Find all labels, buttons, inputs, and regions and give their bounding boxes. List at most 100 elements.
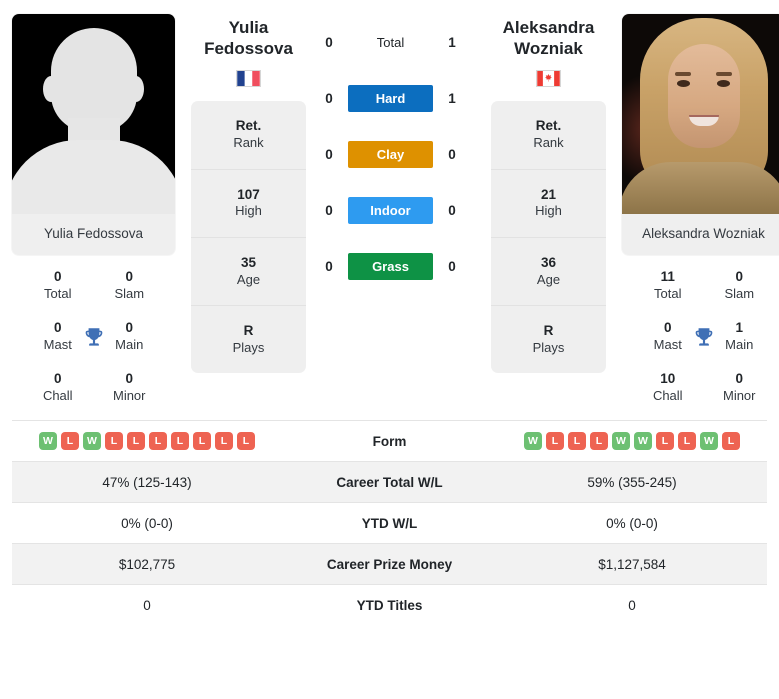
label: Chall (652, 388, 683, 404)
value: 0 (735, 371, 743, 387)
left-info-plays: R Plays (191, 306, 306, 373)
label: Rank (533, 135, 564, 151)
right-value: 59% (355-245) (587, 474, 677, 490)
h2h-row-clay: 0 Clay 0 (310, 126, 471, 182)
form-badge-left-4[interactable]: L (127, 432, 145, 451)
label: High (235, 203, 262, 219)
table-row-ytd-titles: 0 YTD Titles 0 (12, 585, 767, 626)
h2h-right-score: 0 (448, 258, 456, 274)
h2h-right-score: 1 (448, 90, 456, 106)
left-titles-slam: 0 Slam (94, 269, 166, 302)
form-badge-right-0[interactable]: W (524, 432, 542, 451)
value: 0 (735, 269, 743, 284)
form-badge-left-7[interactable]: L (193, 432, 211, 451)
flag-france-icon (236, 70, 261, 88)
value: R (543, 322, 554, 338)
form-badge-right-1[interactable]: L (546, 432, 564, 451)
trophy-icon (85, 327, 102, 346)
h2h-right-score: 0 (448, 146, 456, 162)
right-player-photo-caption: Aleksandra Wozniak (622, 214, 779, 255)
right-player-titles-grid: 11 Total 0 Slam 0 Mast 1 Main 10 Chall 0… (622, 265, 779, 410)
label: Rank (233, 135, 264, 151)
surface-badge-clay[interactable]: Clay (348, 140, 433, 168)
form-badge-left-8[interactable]: L (215, 432, 233, 451)
flag-canada-icon (536, 70, 561, 88)
left-form-cell: WLWLLLLLLL (12, 432, 282, 451)
form-badge-right-7[interactable]: L (678, 432, 696, 451)
label: Minor (112, 388, 146, 404)
label: Age (536, 271, 561, 287)
value: 11 (660, 269, 675, 284)
right-value: $1,127,584 (598, 556, 666, 572)
table-row-career-total-wl: 47% (125-143) Career Total W/L 59% (355-… (12, 462, 767, 504)
h2h-row-total: 0 Total 1 (310, 14, 471, 70)
form-badge-left-0[interactable]: W (39, 432, 57, 451)
right-titles-minor: 0 Minor (704, 371, 776, 404)
form-badge-right-8[interactable]: W (700, 432, 718, 451)
form-badge-left-3[interactable]: L (105, 432, 123, 451)
right-player-name-last: Wozniak (514, 38, 583, 58)
right-player-photo-column: Aleksandra Wozniak 11 Total 0 Slam 0 Mas… (622, 14, 779, 410)
left-info-age: 35 Age (191, 238, 306, 306)
right-value: 0% (0-0) (606, 515, 658, 531)
left-value: $102,775 (118, 556, 176, 572)
left-player-info-column: Yulia Fedossova Ret. Rank 107 High 35 Ag… (191, 14, 306, 373)
head-to-head-column: 0 Total 1 0 Hard 1 0 Clay 0 0 Indoor 0 0… (306, 14, 475, 294)
form-badge-left-2[interactable]: W (83, 432, 101, 451)
value: 35 (240, 254, 257, 270)
trophy-icon (695, 327, 712, 346)
surface-badge-indoor[interactable]: Indoor (348, 196, 433, 224)
right-player-name[interactable]: Aleksandra Wozniak (491, 18, 606, 59)
label: High (535, 203, 562, 219)
value: 0 (53, 269, 62, 284)
player-comparison-page: Yulia Fedossova 0 Total 0 Slam 0 Mast 0 … (0, 0, 779, 699)
left-player-photo-card[interactable]: Yulia Fedossova (12, 14, 175, 255)
table-label: Career Prize Money (326, 556, 453, 572)
form-badge-left-9[interactable]: L (237, 432, 255, 451)
form-badge-left-5[interactable]: L (149, 432, 167, 451)
placeholder-avatar-icon (12, 14, 175, 214)
label: Slam (114, 285, 145, 301)
surface-badge-hard[interactable]: Hard (348, 84, 433, 112)
right-titles-chall: 10 Chall (632, 371, 704, 404)
left-titles-chall: 0 Chall (22, 371, 94, 404)
right-form-cell: WLLLWWLLWL (497, 432, 767, 451)
h2h-row-grass: 0 Grass 0 (310, 238, 471, 294)
table-row-career-prize-money: $102,775 Career Prize Money $1,127,584 (12, 544, 767, 586)
form-badge-right-5[interactable]: W (634, 432, 652, 451)
table-label: Career Total W/L (336, 474, 443, 490)
form-badge-right-3[interactable]: L (590, 432, 608, 451)
form-badge-left-6[interactable]: L (171, 432, 189, 451)
h2h-right-score: 1 (448, 34, 456, 50)
h2h-label-total: Total (376, 34, 405, 50)
right-player-flag-wrap (491, 70, 606, 88)
right-titles-total: 11 Total (632, 269, 704, 302)
value: 0 (125, 371, 133, 387)
label: Total (44, 285, 72, 301)
form-badge-right-4[interactable]: W (612, 432, 630, 451)
label: Minor (722, 388, 756, 404)
value: 21 (540, 186, 557, 202)
right-info-plays: R Plays (491, 306, 606, 373)
table-row-ytd-wl: 0% (0-0) YTD W/L 0% (0-0) (12, 503, 767, 545)
form-badge-left-1[interactable]: L (61, 432, 79, 451)
stats-table: WLWLLLLLLL Form WLLLWWLLWL 47% (125-143)… (12, 420, 767, 626)
value: 0 (125, 269, 133, 284)
left-titles-total: 0 Total (22, 269, 94, 302)
left-player-name[interactable]: Yulia Fedossova (191, 18, 306, 59)
h2h-left-score: 0 (325, 90, 333, 106)
value: 107 (237, 186, 260, 202)
right-player-photo-card[interactable]: Aleksandra Wozniak (622, 14, 779, 255)
surface-badge-grass[interactable]: Grass (348, 252, 433, 280)
table-label: YTD W/L (361, 515, 418, 531)
value: Ret. (535, 118, 562, 134)
h2h-left-score: 0 (325, 202, 333, 218)
form-badge-right-2[interactable]: L (568, 432, 586, 451)
comparison-header: Yulia Fedossova 0 Total 0 Slam 0 Mast 0 … (0, 0, 779, 410)
left-player-photo-column: Yulia Fedossova 0 Total 0 Slam 0 Mast 0 … (12, 14, 175, 410)
h2h-row-indoor: 0 Indoor 0 (310, 182, 471, 238)
form-badge-right-6[interactable]: L (656, 432, 674, 451)
left-value: 47% (125-143) (102, 474, 192, 490)
form-badge-right-9[interactable]: L (722, 432, 740, 451)
value: Ret. (235, 118, 262, 134)
